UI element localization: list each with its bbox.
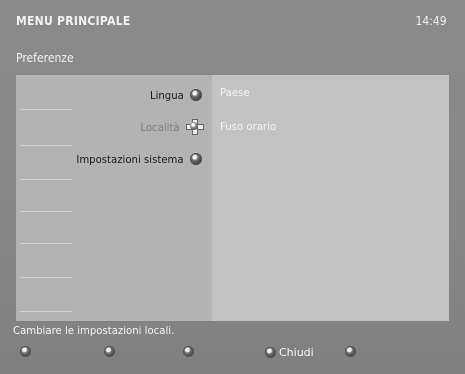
menu-title: MENU PRINCIPALE	[16, 14, 131, 28]
status-text: Cambiare le impostazioni locali.	[13, 324, 175, 337]
knob-icon	[190, 153, 202, 165]
menu-item-label: Località	[140, 120, 180, 134]
color-button-icon	[265, 347, 276, 358]
knob-icon	[190, 89, 202, 101]
menu-item-label: Impostazioni sistema	[76, 152, 184, 166]
divider	[20, 109, 72, 110]
color-button-icon	[104, 346, 115, 357]
footer-button-5[interactable]	[345, 346, 356, 357]
menu-item-lingua[interactable]: Lingua	[147, 86, 202, 104]
color-button-icon	[345, 346, 356, 357]
divider	[20, 145, 72, 146]
menu-item-localita[interactable]: Località	[137, 118, 204, 136]
menu-list: Lingua Località Impostazioni sistema	[16, 75, 212, 321]
divider	[20, 243, 72, 244]
tv-menu-screen: MENU PRINCIPALE 14:49 Preferenze Lingua …	[0, 0, 465, 374]
divider	[20, 277, 72, 278]
clock: 14:49	[415, 14, 447, 28]
close-button-label: Chiudi	[279, 346, 314, 359]
color-button-icon	[183, 346, 194, 357]
page-subtitle: Preferenze	[16, 51, 74, 65]
footer-button-2[interactable]	[104, 346, 115, 357]
submenu-item-paese[interactable]: Paese	[220, 86, 250, 99]
footer-button-3[interactable]	[183, 346, 194, 357]
header-bar: MENU PRINCIPALE 14:49	[0, 0, 465, 46]
divider	[20, 211, 72, 212]
submenu-list: Paese Fuso orario	[212, 75, 449, 321]
menu-panel: Lingua Località Impostazioni sistema Pae…	[16, 75, 449, 321]
dpad-icon	[186, 119, 204, 135]
submenu-item-fuso-orario[interactable]: Fuso orario	[220, 120, 276, 133]
color-button-icon	[20, 346, 31, 357]
footer-button-1[interactable]	[20, 346, 31, 357]
menu-item-impostazioni-sistema[interactable]: Impostazioni sistema	[67, 150, 202, 168]
divider	[20, 311, 72, 312]
divider	[20, 179, 72, 180]
menu-item-label: Lingua	[150, 88, 184, 102]
close-button[interactable]: Chiudi	[265, 346, 314, 359]
